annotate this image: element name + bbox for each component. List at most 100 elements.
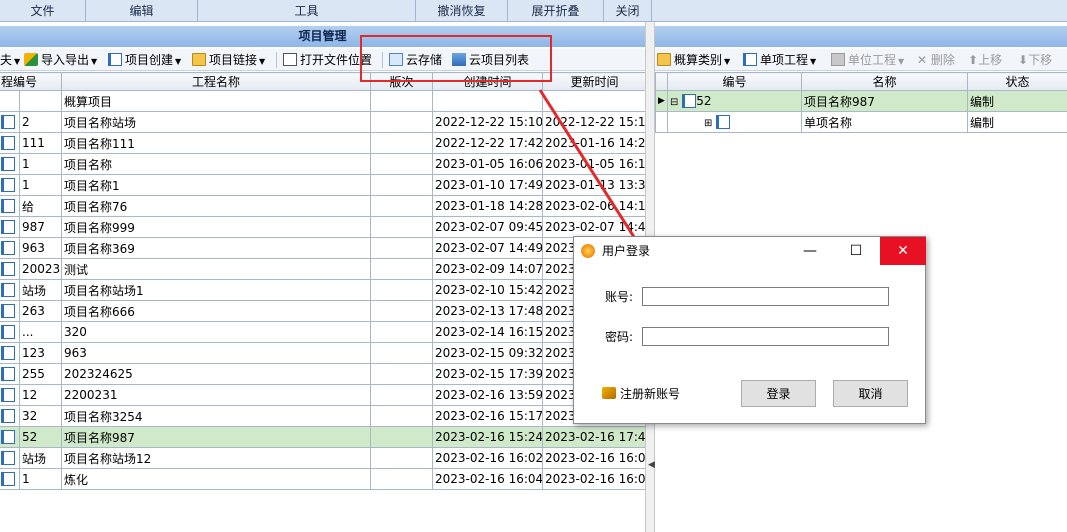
- row-icon-cell: [0, 174, 20, 196]
- table-row[interactable]: 123 963 2023-02-15 09:32 2023-: [0, 342, 648, 364]
- toolbar-separator: [276, 52, 277, 68]
- delete-button[interactable]: ✕ 删除: [917, 49, 955, 71]
- register-icon: [602, 387, 616, 399]
- table-row[interactable]: ▶ ⊟ 52 项目名称987 编制: [655, 90, 1067, 112]
- table-row[interactable]: 111 项目名称111 2022-12-22 17:42 2023-01-16 14:…: [0, 132, 648, 154]
- arrow-down-icon: ⬇: [1018, 53, 1029, 67]
- project-link-button[interactable]: 项目链接 ▼: [192, 49, 265, 71]
- toolbar-item-cut[interactable]: 夫 ▼: [0, 49, 20, 71]
- row-status: 编制: [967, 111, 1067, 133]
- row-icon-cell: [0, 237, 20, 259]
- chevron-down-icon: ▼: [810, 57, 817, 66]
- single-project-button[interactable]: 单项工程 ▼: [743, 49, 816, 71]
- row-id: 1: [18, 468, 63, 490]
- row-name: 320: [61, 321, 372, 343]
- table-row[interactable]: ... 320 2023-02-14 16:15 2023-: [0, 321, 648, 343]
- menu-undo-redo[interactable]: 撤消恢复: [416, 0, 508, 22]
- table-row[interactable]: 2 项目名称站场 2022-12-22 15:10 2022-12-22 15:10: [0, 111, 648, 133]
- row-id: 963: [18, 237, 63, 259]
- project-table: 程编号 工程名称 版次 创建时间 更新时间 概算项目 2 项目名称站场 2022-1…: [0, 72, 648, 490]
- row-id: 1: [18, 153, 63, 175]
- row-version: [370, 447, 434, 469]
- cancel-button[interactable]: 取消: [833, 380, 908, 407]
- group-row[interactable]: 概算项目: [0, 90, 648, 112]
- menu-edit[interactable]: 编辑: [86, 0, 198, 22]
- row-id: 123: [18, 342, 63, 364]
- row-name: 项目名称666: [61, 300, 372, 322]
- table-row[interactable]: 987 项目名称999 2023-02-07 09:45 2023-02-07 14:…: [0, 216, 648, 238]
- table-row[interactable]: 给项目名称76 2023-01-18 14:28 2023-02-06 14:19: [0, 195, 648, 217]
- password-input[interactable]: [642, 327, 889, 346]
- minimize-button[interactable]: —: [787, 237, 833, 265]
- move-down-button[interactable]: ⬇下移: [1018, 49, 1052, 71]
- table-row[interactable]: 263 项目名称666 2023-02-13 17:48 2023-: [0, 300, 648, 322]
- dialog-titlebar[interactable]: 用户登录 — ☐ ✕: [574, 237, 926, 265]
- col-header-id[interactable]: 程编号: [0, 72, 63, 91]
- project-icon: [682, 94, 697, 108]
- move-down-label: 下移: [1028, 53, 1053, 67]
- row-created: 2023-02-15 17:39: [432, 363, 544, 385]
- folder-icon: [192, 53, 206, 66]
- col-header-status[interactable]: 状态: [967, 72, 1067, 91]
- row-name: 项目名称111: [61, 132, 372, 154]
- menu-expand-collapse[interactable]: 展开折叠: [508, 0, 604, 22]
- group-row-cell: [432, 90, 544, 112]
- table-row[interactable]: 站场 项目名称站场1 2023-02-10 15:42 2023-: [0, 279, 648, 301]
- collapse-icon[interactable]: ⊟: [670, 97, 678, 108]
- table-row[interactable]: 963 项目名称369 2023-02-07 14:49 2023-: [0, 237, 648, 259]
- account-input[interactable]: [642, 287, 889, 306]
- table-row[interactable]: 站场 项目名称站场12 2023-02-16 16:02 2023-02-16 16:…: [0, 447, 648, 469]
- table-row[interactable]: 255 202324625 2023-02-15 17:39 2023-: [0, 363, 648, 385]
- col-header-name[interactable]: 工程名称: [61, 72, 372, 91]
- table-row[interactable]: 52 项目名称987 2023-02-16 15:24 2023-02-16 17:4…: [0, 426, 648, 448]
- menu-file[interactable]: 文件: [0, 0, 86, 22]
- table-row[interactable]: 1 炼化 2023-02-16 16:04 2023-02-16 16:06: [0, 468, 648, 490]
- cut-label: 夫: [0, 53, 13, 67]
- row-icon-cell: [0, 216, 20, 238]
- maximize-button[interactable]: ☐: [833, 237, 879, 265]
- row-created: 2023-01-05 16:06: [432, 153, 544, 175]
- row-created: 2023-02-07 09:45: [432, 216, 544, 238]
- row-name: 测试: [61, 258, 372, 280]
- row-version: [370, 426, 434, 448]
- project-link-label: 项目链接: [209, 53, 258, 67]
- menu-tools[interactable]: 工具: [198, 0, 416, 22]
- account-label: 账号:: [605, 290, 634, 304]
- project-icon: [1, 178, 15, 192]
- row-id: 2: [18, 111, 63, 133]
- project-icon: [1, 283, 15, 297]
- row-version: [370, 279, 434, 301]
- table-row[interactable]: 1 项目名称 2023-01-05 16:06 2023-01-05 16:16: [0, 153, 648, 175]
- register-link[interactable]: 注册新账号: [602, 385, 680, 403]
- chevron-down-icon: ▼: [259, 57, 266, 66]
- row-icon-cell: [0, 426, 20, 448]
- row-id: 站场: [18, 447, 63, 469]
- col-header-updated[interactable]: 更新时间: [542, 72, 648, 91]
- move-up-button[interactable]: ⬆上移: [968, 49, 1002, 71]
- table-row[interactable]: 200230:测试2023-02-09 14:072023-: [0, 258, 648, 280]
- row-version: [370, 258, 434, 280]
- unit-project-button[interactable]: 单位工程 ▼: [831, 49, 904, 71]
- estimate-category-button[interactable]: 概算类别 ▼: [657, 49, 730, 71]
- login-button[interactable]: 登录: [741, 380, 816, 407]
- open-file-location-button[interactable]: 打开文件位置: [283, 49, 372, 71]
- expand-icon[interactable]: ⊞: [704, 118, 712, 129]
- table-row[interactable]: 12 2200231 2023-02-16 13:59 2023-: [0, 384, 648, 406]
- row-name: 项目名称999: [61, 216, 372, 238]
- table-row[interactable]: 1 项目名称1 2023-01-10 17:49 2023-01-13 13:39: [0, 174, 648, 196]
- project-create-button[interactable]: 项目创建 ▼: [108, 49, 181, 71]
- close-button[interactable]: ✕: [880, 237, 926, 265]
- chevron-left-icon: ◀: [648, 460, 655, 470]
- row-indicator-header: [655, 72, 668, 91]
- group-row-cell: [0, 90, 20, 112]
- import-export-button[interactable]: 导入导出 ▼: [24, 49, 97, 71]
- row-created: 2023-02-14 16:15: [432, 321, 544, 343]
- table-row[interactable]: 32 项目名称3254 2023-02-16 15:17 2023-: [0, 405, 648, 427]
- move-up-label: 上移: [978, 53, 1003, 67]
- menu-close[interactable]: 关闭: [604, 0, 652, 22]
- row-created: 2023-02-10 15:42: [432, 279, 544, 301]
- table-row[interactable]: ⊞ 单项名称 编制: [655, 111, 1067, 133]
- col-header-title[interactable]: 名称: [801, 72, 968, 91]
- import-export-label: 导入导出: [41, 53, 90, 67]
- col-header-number[interactable]: 编号: [667, 72, 802, 91]
